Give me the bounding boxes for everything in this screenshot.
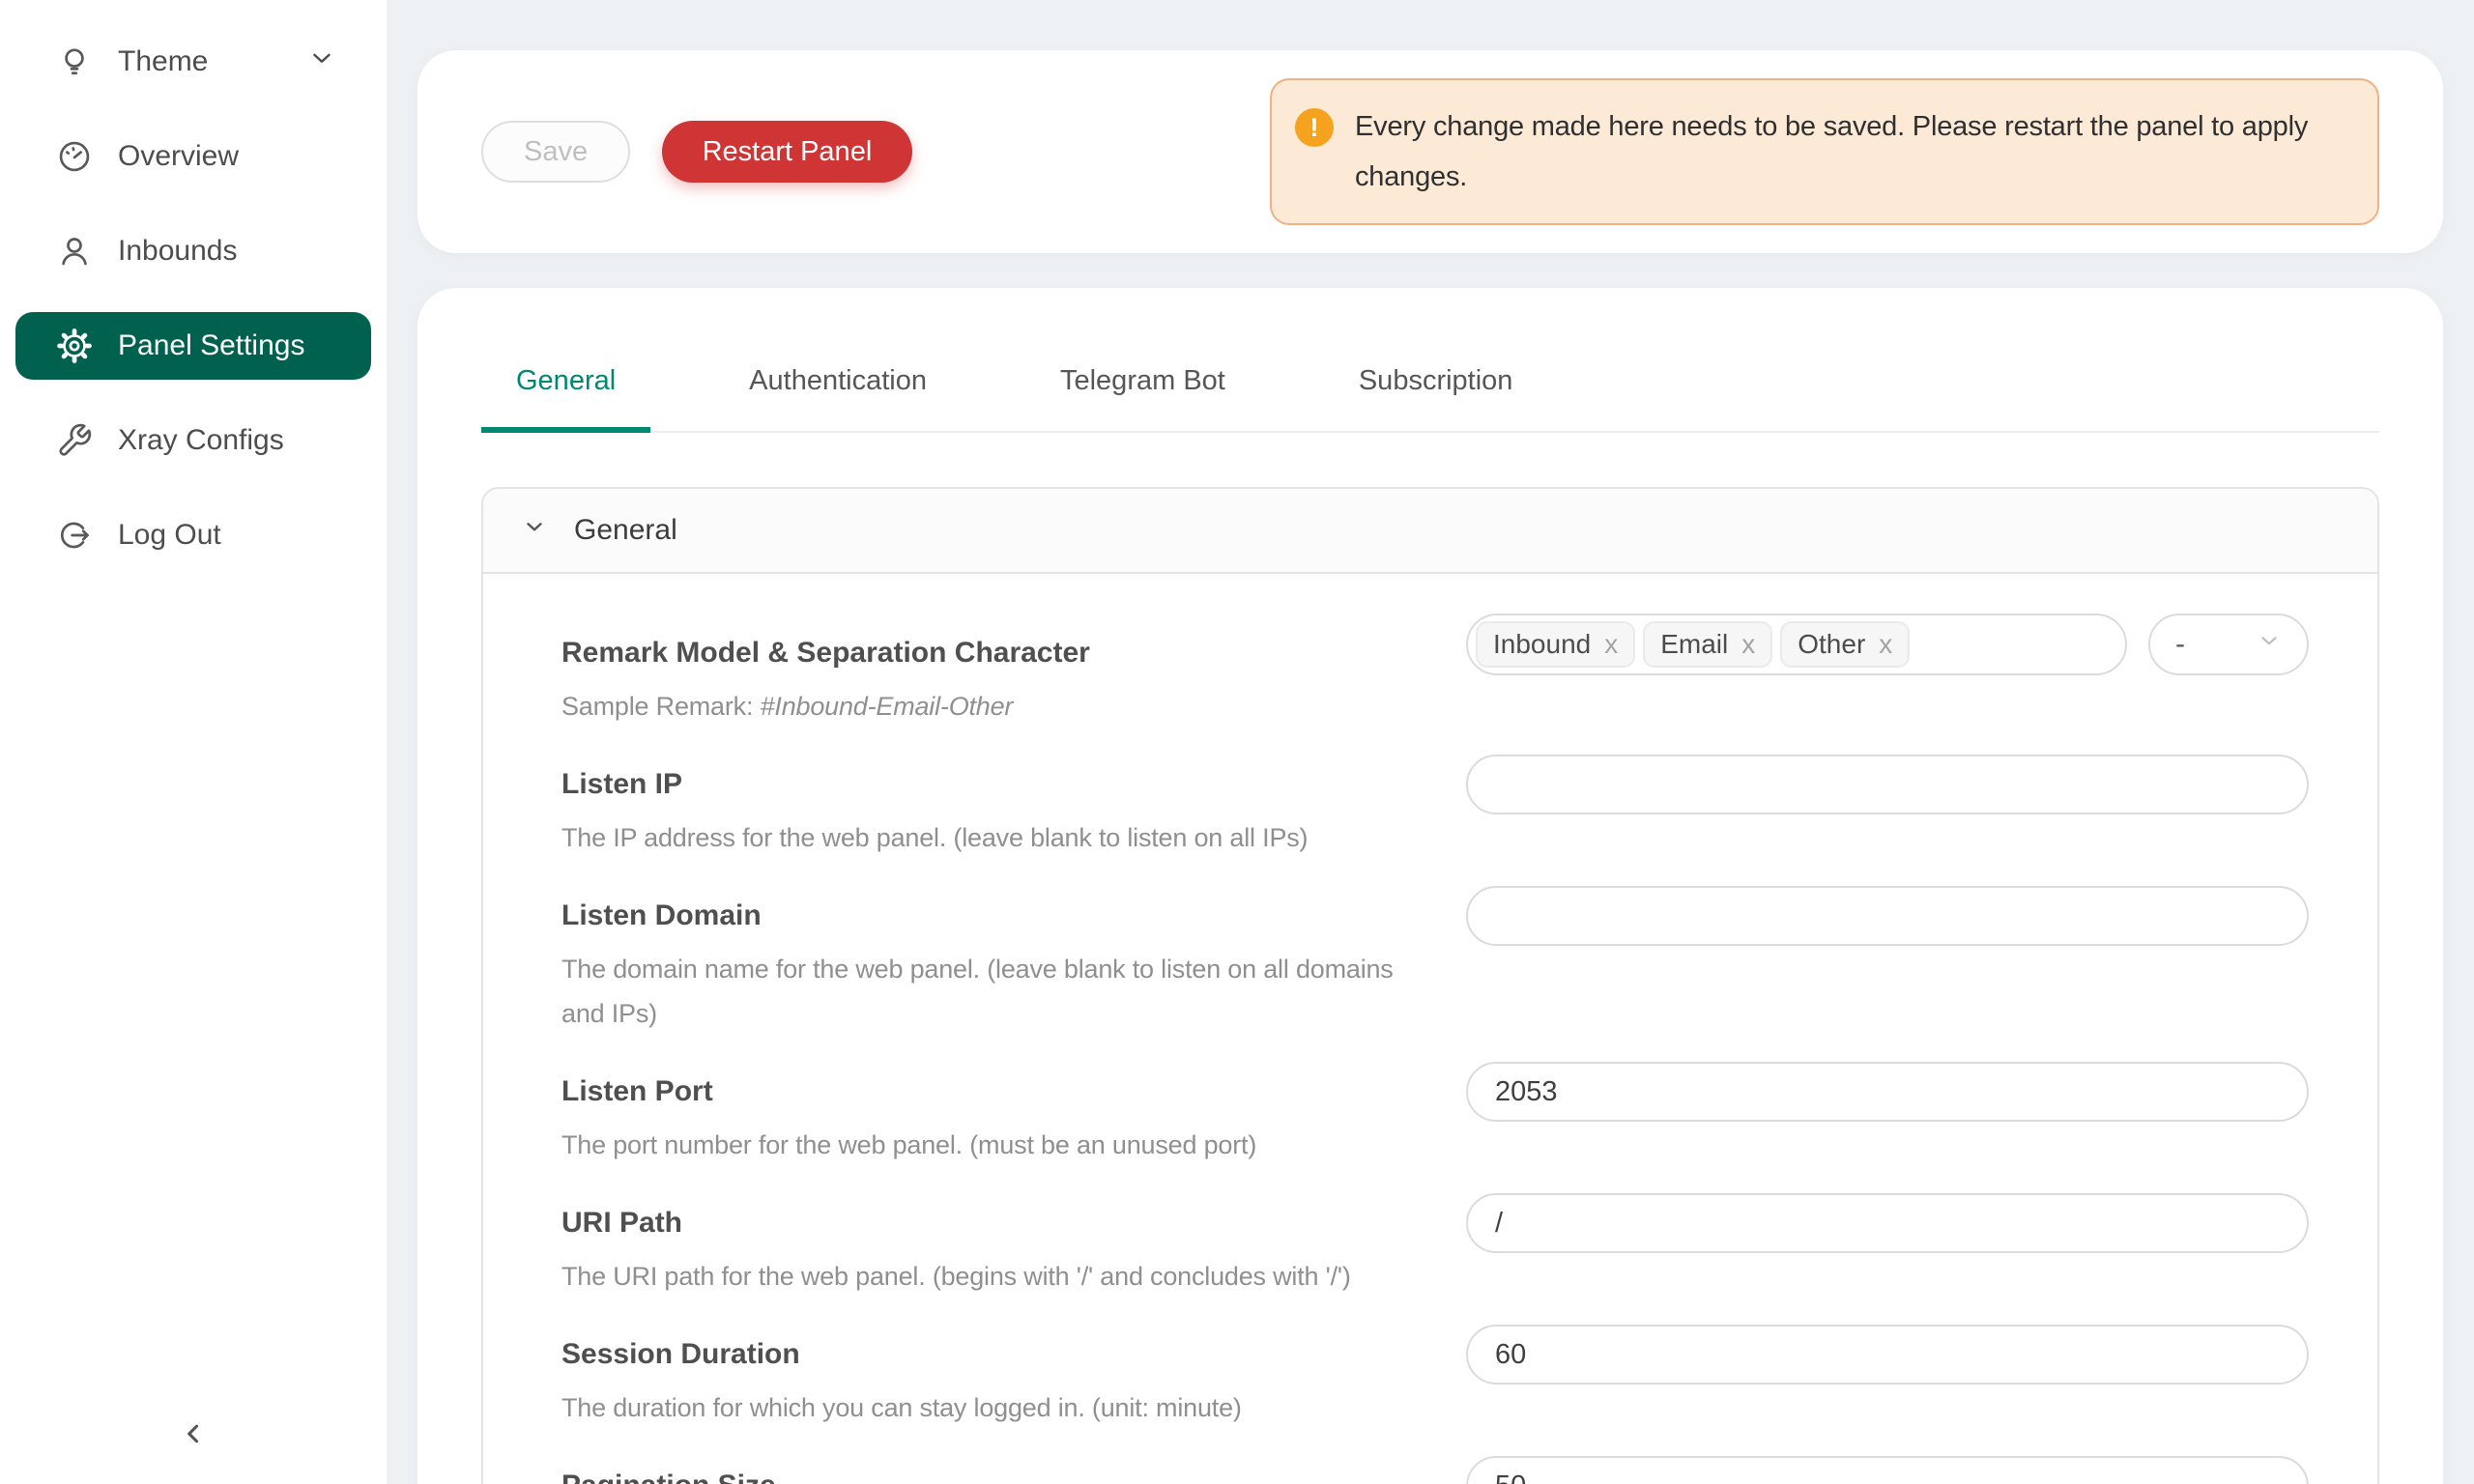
pagination-size-input[interactable] (1466, 1456, 2309, 1484)
field-description: The URI path for the web panel. (begins … (561, 1254, 1422, 1298)
form-row-listen-port: Listen Port The port number for the web … (561, 1070, 2309, 1167)
remark-model-multiselect[interactable]: Inbound x Email x Other x (1466, 614, 2127, 675)
remove-tag-icon[interactable]: x (1879, 631, 1892, 658)
tab-general[interactable]: General (481, 365, 650, 431)
field-label: Listen Domain (561, 895, 1437, 937)
sidebar-item-label: Inbounds (118, 235, 237, 268)
chevron-down-icon (522, 514, 547, 547)
main-content: Save Restart Panel ! Every change made h… (387, 0, 2474, 1484)
sidebar-item-overview[interactable]: Overview (15, 123, 371, 190)
tab-telegram-bot[interactable]: Telegram Bot (1025, 365, 1260, 431)
sidebar: Theme Overview Inbounds Panel Settings (0, 0, 387, 1484)
tag-chip: Email x (1643, 621, 1772, 668)
field-label: Listen IP (561, 763, 1437, 806)
sidebar-item-log-out[interactable]: Log Out (15, 501, 371, 569)
field-label: URI Path (561, 1202, 1437, 1244)
listen-port-input[interactable] (1466, 1062, 2309, 1122)
sidebar-collapse-button[interactable] (0, 1417, 387, 1455)
separator-value: - (2175, 628, 2185, 661)
field-description: The port number for the web panel. (must… (561, 1123, 1422, 1167)
field-description: The IP address for the web panel. (leave… (561, 815, 1422, 860)
dashboard-icon (56, 138, 93, 175)
general-collapse-panel: General Remark Model & Separation Charac… (481, 487, 2379, 1484)
tag-chip: Inbound x (1476, 621, 1635, 668)
exclamation-circle-icon: ! (1295, 108, 1334, 147)
field-label: Remark Model & Separation Character (561, 632, 1437, 674)
sidebar-item-panel-settings[interactable]: Panel Settings (15, 312, 371, 380)
chevron-down-icon (2257, 628, 2282, 661)
sidebar-item-label: Overview (118, 140, 239, 173)
field-description: The duration for which you can stay logg… (561, 1385, 1422, 1430)
lightbulb-icon (56, 43, 93, 80)
sidebar-item-xray-configs[interactable]: Xray Configs (15, 407, 371, 474)
general-form: Remark Model & Separation Character Samp… (483, 574, 2377, 1484)
logout-icon (56, 517, 93, 554)
save-button[interactable]: Save (481, 121, 630, 183)
chevron-left-icon (177, 1417, 210, 1455)
form-row-uri-path: URI Path The URI path for the web panel.… (561, 1202, 2309, 1298)
form-row-session-duration: Session Duration The duration for which … (561, 1333, 2309, 1430)
separator-select[interactable]: - (2148, 614, 2309, 675)
tab-subscription[interactable]: Subscription (1324, 365, 1548, 431)
general-collapse-header[interactable]: General (483, 489, 2377, 574)
listen-ip-input[interactable] (1466, 755, 2309, 814)
remove-tag-icon[interactable]: x (1741, 631, 1755, 658)
actions-card: Save Restart Panel ! Every change made h… (417, 50, 2443, 253)
tab-authentication[interactable]: Authentication (714, 365, 962, 431)
form-row-pagination-size: Pagination Size (561, 1465, 2309, 1484)
remove-tag-icon[interactable]: x (1604, 631, 1618, 658)
sidebar-item-theme[interactable]: Theme (15, 28, 371, 96)
alert-text: Every change made here needs to be saved… (1355, 101, 2321, 202)
action-buttons: Save Restart Panel (481, 121, 912, 183)
chevron-down-icon (307, 43, 336, 80)
uri-path-input[interactable] (1466, 1193, 2309, 1253)
field-label: Pagination Size (561, 1465, 1437, 1484)
user-icon (56, 233, 93, 270)
sidebar-item-inbounds[interactable]: Inbounds (15, 217, 371, 285)
field-label: Listen Port (561, 1070, 1437, 1113)
sidebar-item-label: Panel Settings (118, 329, 304, 362)
form-row-listen-domain: Listen Domain The domain name for the we… (561, 895, 2309, 1036)
wrench-icon (56, 422, 93, 459)
restart-panel-button[interactable]: Restart Panel (662, 121, 913, 183)
sidebar-item-label: Theme (118, 45, 208, 78)
field-label: Session Duration (561, 1333, 1437, 1376)
form-row-listen-ip: Listen IP The IP address for the web pan… (561, 763, 2309, 860)
sidebar-item-label: Xray Configs (118, 424, 284, 457)
field-description: The domain name for the web panel. (leav… (561, 947, 1422, 1036)
field-description: Sample Remark: #Inbound-Email-Other (561, 684, 1422, 728)
section-title: General (574, 514, 677, 547)
warning-alert: ! Every change made here needs to be sav… (1270, 78, 2379, 225)
settings-card: General Authentication Telegram Bot Subs… (417, 288, 2443, 1484)
settings-tabs: General Authentication Telegram Bot Subs… (481, 365, 2379, 433)
listen-domain-input[interactable] (1466, 886, 2309, 946)
session-duration-input[interactable] (1466, 1325, 2309, 1384)
sidebar-item-label: Log Out (118, 519, 221, 552)
gear-icon (56, 328, 93, 364)
tag-chip: Other x (1780, 621, 1910, 668)
form-row-remark-model: Remark Model & Separation Character Samp… (561, 632, 2309, 728)
